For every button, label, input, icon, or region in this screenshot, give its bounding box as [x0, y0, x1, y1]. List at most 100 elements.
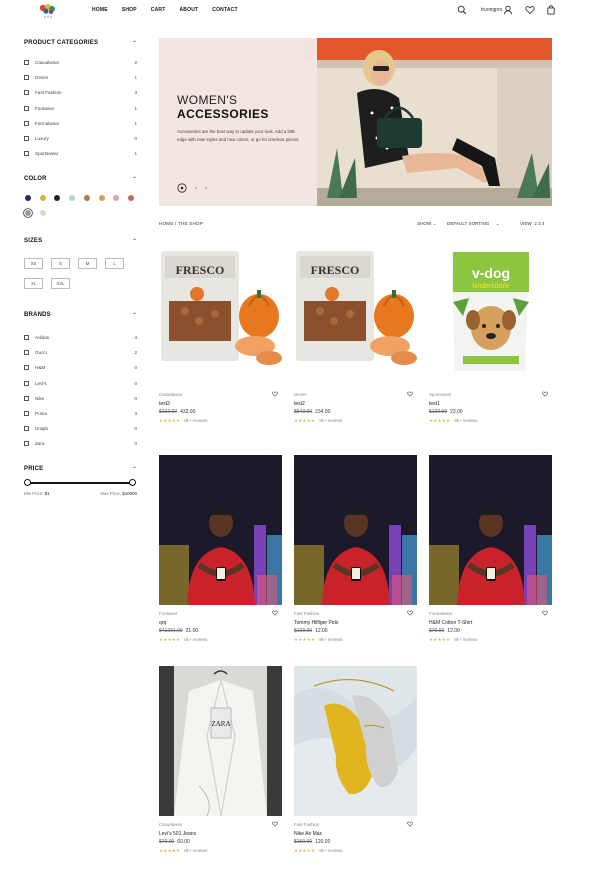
brand-filter-row[interactable]: H&M 0 — [24, 365, 137, 373]
category-filter-row[interactable]: Fast Fashion 3 — [24, 90, 137, 98]
wishlist-heart-icon[interactable] — [407, 391, 413, 399]
checkbox[interactable] — [24, 75, 29, 81]
checkbox[interactable] — [24, 395, 29, 401]
category-filter-row[interactable]: Luxury 0 — [24, 136, 137, 144]
product-name[interactable]: Levi's 501 Jeans — [159, 831, 196, 837]
category-filter-row[interactable]: Denim 1 — [24, 75, 137, 83]
checkbox[interactable] — [24, 335, 29, 340]
checkbox[interactable] — [24, 151, 29, 157]
checkbox[interactable] — [24, 380, 29, 386]
product-name[interactable]: test2 — [294, 401, 305, 407]
checkbox[interactable] — [24, 120, 29, 126]
brand-filter-row[interactable]: Uniqlo 0 — [24, 426, 137, 434]
brand-filter-row[interactable]: Puma 3 — [24, 411, 137, 419]
sorting-dropdown[interactable]: DEFAULT SORTING ⌄ — [447, 221, 500, 227]
color-swatch[interactable] — [54, 195, 61, 201]
color-swatch[interactable] — [83, 195, 90, 201]
product-image[interactable] — [159, 455, 282, 605]
heart-icon[interactable] — [525, 5, 535, 15]
category-filter-row[interactable]: Footwear 1 — [24, 105, 137, 114]
color-swatch[interactable] — [39, 195, 46, 201]
wishlist-heart-icon[interactable] — [272, 391, 278, 399]
chevron-up-icon[interactable]: ⌃ — [132, 312, 137, 319]
wishlist-heart-icon[interactable] — [407, 610, 413, 618]
nav-shop[interactable]: SHOP — [122, 7, 137, 13]
checkbox[interactable] — [24, 411, 29, 416]
color-swatch[interactable] — [98, 195, 105, 201]
category-filter-row[interactable]: Casualwear 2 — [24, 60, 137, 68]
wishlist-heart-icon[interactable] — [272, 610, 278, 618]
color-swatch[interactable] — [127, 195, 134, 201]
brand-filter-row[interactable]: Nike 0 — [24, 395, 137, 404]
checkbox[interactable] — [24, 90, 29, 96]
wishlist-heart-icon[interactable] — [542, 391, 548, 399]
product-image[interactable]: FRESCO — [159, 246, 282, 386]
checkbox[interactable] — [24, 441, 29, 447]
checkbox[interactable] — [24, 105, 29, 111]
nav-cart[interactable]: CART — [151, 7, 166, 13]
wishlist-heart-icon[interactable] — [542, 610, 548, 618]
brand-filter-row[interactable]: Zara 0 — [24, 441, 137, 449]
view-options[interactable]: 2 3 4 — [534, 221, 544, 226]
product-name[interactable]: Nike Air Max — [294, 831, 322, 837]
product-image[interactable] — [294, 455, 417, 605]
sizes-title: SIZES — [24, 238, 43, 244]
size-option[interactable]: XXL — [51, 278, 70, 289]
product-image[interactable]: ZARA — [159, 666, 282, 816]
color-swatch[interactable] — [113, 195, 120, 201]
product-image[interactable] — [429, 455, 552, 605]
chevron-up-icon[interactable]: ⌃ — [132, 466, 137, 473]
price-range-track[interactable] — [26, 482, 135, 484]
hero-banner[interactable]: WOMEN'S ACCESSORIES Accessories are the … — [159, 38, 552, 206]
product-name[interactable]: test3 — [159, 401, 170, 407]
nav-about[interactable]: ABOUT — [179, 7, 198, 13]
checkbox[interactable] — [24, 426, 29, 432]
category-filter-row[interactable]: Sportswear 1 — [24, 151, 137, 159]
current-price: 432.00 — [180, 409, 196, 415]
size-option[interactable]: XS — [24, 258, 43, 269]
size-option[interactable]: M — [78, 258, 97, 269]
color-swatch[interactable] — [25, 210, 31, 216]
product-name[interactable]: H&M Cotton T-Shirt — [429, 620, 472, 626]
product-name[interactable]: test1 — [429, 401, 440, 407]
user-icon[interactable] — [503, 5, 513, 15]
min-price-handle[interactable] — [24, 479, 31, 486]
breadcrumb[interactable]: HOME / THE SHOP — [159, 221, 203, 226]
checkbox[interactable] — [24, 60, 29, 65]
size-option[interactable]: L — [105, 258, 124, 269]
wishlist-heart-icon[interactable] — [272, 821, 278, 829]
category-filter-row[interactable]: Formalwear 1 — [24, 120, 137, 129]
color-swatch[interactable] — [69, 195, 76, 201]
shop-toolbar: HOME / THE SHOP SHOW ⌄ DEFAULT SORTING ⌄… — [159, 221, 552, 231]
bag-icon[interactable] — [546, 5, 556, 15]
checkbox[interactable] — [24, 136, 29, 141]
size-option[interactable]: S — [51, 258, 70, 269]
size-option[interactable]: XL — [24, 278, 43, 289]
sorting-label: DEFAULT SORTING — [447, 221, 490, 226]
brand-filter-row[interactable]: Levi's 0 — [24, 380, 137, 389]
view-switcher[interactable]: VIEW 2 3 4 — [520, 221, 545, 226]
brand-filter-row[interactable]: Gucci 2 — [24, 350, 137, 358]
show-dropdown[interactable]: SHOW ⌄ — [417, 221, 436, 227]
chevron-up-icon[interactable]: ⌃ — [132, 176, 137, 183]
chevron-up-icon[interactable]: ⌃ — [132, 238, 137, 245]
nav-home[interactable]: HOME — [92, 7, 108, 13]
product-image[interactable] — [294, 666, 417, 816]
max-price-handle[interactable] — [129, 479, 136, 486]
nav-contact[interactable]: CONTACT — [212, 7, 237, 13]
color-swatch[interactable] — [39, 210, 46, 216]
product-name[interactable]: qrq — [159, 620, 166, 626]
site-logo[interactable] — [34, 2, 62, 20]
color-swatch[interactable] — [25, 195, 31, 201]
brand-filter-row[interactable]: Adidas 4 — [24, 335, 137, 343]
search-icon[interactable] — [457, 5, 467, 15]
old-price: $41231.00 — [159, 628, 183, 634]
checkbox[interactable] — [24, 350, 29, 356]
user-name[interactable]: truongpro — [481, 7, 502, 13]
checkbox[interactable] — [24, 365, 29, 371]
product-name[interactable]: Tommy Hilfiger Polo — [294, 620, 338, 626]
product-image[interactable]: v-dog kinderkibble — [429, 246, 552, 386]
chevron-up-icon[interactable]: ⌃ — [132, 40, 137, 47]
product-image[interactable]: FRESCO — [294, 246, 417, 386]
wishlist-heart-icon[interactable] — [407, 821, 413, 829]
